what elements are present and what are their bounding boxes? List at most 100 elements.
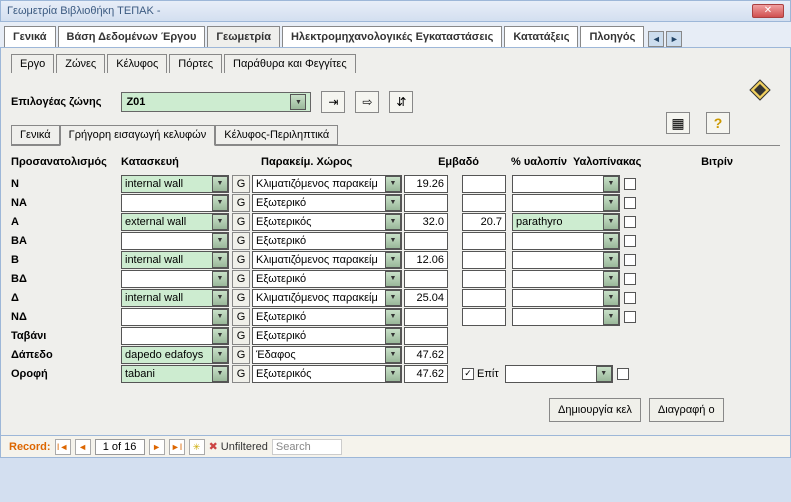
subtab-windows[interactable]: Παράθυρα και Φεγγίτες <box>224 54 356 73</box>
area-field[interactable]: 19.26 <box>404 175 448 193</box>
adjacent-select[interactable]: Εξωτερικό▼ <box>252 232 402 250</box>
zone-action-2[interactable]: ⇨ <box>355 91 379 113</box>
vitrine-checkbox[interactable] <box>624 235 636 247</box>
construction-select[interactable]: tabani▼ <box>121 365 229 383</box>
vitrine-checkbox[interactable] <box>624 254 636 266</box>
tab-mep[interactable]: Ηλεκτρομηχανολογικές Εγκαταστάσεις <box>282 26 502 47</box>
tab-scroll-left[interactable]: ◄ <box>648 31 664 47</box>
area-field[interactable]: 12.06 <box>404 251 448 269</box>
construction-select[interactable]: ▼ <box>121 327 229 345</box>
glass-pct-field[interactable] <box>462 308 506 326</box>
adjacent-select[interactable]: Εξωτερικό▼ <box>252 327 402 345</box>
construction-select[interactable]: ▼ <box>121 270 229 288</box>
innertab-general[interactable]: Γενικά <box>11 125 60 145</box>
glass-table-select[interactable]: ▼ <box>512 308 620 326</box>
tab-navigator[interactable]: Πλοηγός <box>580 26 644 47</box>
construction-select[interactable]: internal wall▼ <box>121 175 229 193</box>
glass-table-select[interactable]: ▼ <box>512 270 620 288</box>
calculator-button[interactable]: ▦ <box>666 112 690 134</box>
g-button[interactable]: G <box>232 175 250 193</box>
glass-table-select[interactable]: ▼ <box>512 175 620 193</box>
record-new[interactable]: ✳ <box>189 439 205 455</box>
innertab-quick-shell[interactable]: Γρήγορη εισαγωγή κελυφών <box>60 125 216 146</box>
zone-action-3[interactable]: ⇵ <box>389 91 413 113</box>
area-field[interactable]: 32.0 <box>404 213 448 231</box>
record-last[interactable]: ►I <box>169 439 185 455</box>
area-field[interactable] <box>404 270 448 288</box>
zone-action-1[interactable]: ⇥ <box>321 91 345 113</box>
close-button[interactable]: ✕ <box>752 4 784 18</box>
area-field[interactable] <box>404 232 448 250</box>
glass-pct-field[interactable]: 20.7 <box>462 213 506 231</box>
adjacent-select[interactable]: Κλιματιζόμενος παρακείμ▼ <box>252 251 402 269</box>
glass-pct-field[interactable] <box>462 194 506 212</box>
glass-table-select[interactable]: parathyro▼ <box>512 213 620 231</box>
adjacent-select[interactable]: Εξωτερικό▼ <box>252 308 402 326</box>
glass-pct-field[interactable] <box>462 289 506 307</box>
search-input[interactable]: Search <box>272 439 342 455</box>
g-button[interactable]: G <box>232 365 250 383</box>
glass-pct-field[interactable] <box>462 232 506 250</box>
vitrine-checkbox[interactable] <box>624 216 636 228</box>
epit-checkbox[interactable]: ✓ <box>462 368 474 380</box>
vitrine-checkbox[interactable] <box>624 292 636 304</box>
record-first[interactable]: I◄ <box>55 439 71 455</box>
adjacent-select[interactable]: Κλιματιζόμενος παρακείμ▼ <box>252 175 402 193</box>
tab-ratings[interactable]: Κατατάξεις <box>504 26 578 47</box>
tab-project-db[interactable]: Βάση Δεδομένων Έργου <box>58 26 206 47</box>
glass-table-select[interactable]: ▼ <box>512 251 620 269</box>
zone-selector[interactable]: Z01 ▼ <box>121 92 311 112</box>
g-button[interactable]: G <box>232 194 250 212</box>
adjacent-select[interactable]: Εξωτερικός▼ <box>252 213 402 231</box>
vitrine-checkbox[interactable] <box>624 311 636 323</box>
construction-select[interactable]: external wall▼ <box>121 213 229 231</box>
g-button[interactable]: G <box>232 346 250 364</box>
adjacent-select[interactable]: Εξωτερικό▼ <box>252 270 402 288</box>
vitrine-checkbox[interactable] <box>624 273 636 285</box>
record-next[interactable]: ► <box>149 439 165 455</box>
roof-checkbox[interactable] <box>617 368 629 380</box>
glass-table-select[interactable]: ▼ <box>512 194 620 212</box>
g-button[interactable]: G <box>232 232 250 250</box>
adjacent-select[interactable]: Εξωτερικό▼ <box>252 194 402 212</box>
subtab-shell[interactable]: Κέλυφος <box>107 54 167 73</box>
tab-geometry[interactable]: Γεωμετρία <box>207 26 280 47</box>
filter-status[interactable]: Unfiltered <box>221 441 268 453</box>
create-shell-button[interactable]: Δημιουργία κελ <box>549 398 641 422</box>
g-button[interactable]: G <box>232 308 250 326</box>
glass-pct-field[interactable] <box>462 175 506 193</box>
construction-select[interactable]: dapedo edafoys▼ <box>121 346 229 364</box>
subtab-project[interactable]: Εργο <box>11 54 54 73</box>
adjacent-select[interactable]: Έδαφος▼ <box>252 346 402 364</box>
innertab-shell-summary[interactable]: Κέλυφος-Περιληπτικά <box>215 125 338 145</box>
glass-table-select[interactable]: ▼ <box>512 289 620 307</box>
area-field[interactable] <box>404 194 448 212</box>
area-field[interactable]: 25.04 <box>404 289 448 307</box>
delete-shell-button[interactable]: Διαγραφή ο <box>649 398 724 422</box>
g-button[interactable]: G <box>232 327 250 345</box>
tab-general[interactable]: Γενικά <box>4 26 56 47</box>
construction-select[interactable]: internal wall▼ <box>121 289 229 307</box>
subtab-zones[interactable]: Ζώνες <box>56 54 105 73</box>
vitrine-checkbox[interactable] <box>624 178 636 190</box>
area-field[interactable]: 47.62 <box>404 346 448 364</box>
adjacent-select[interactable]: Εξωτερικός▼ <box>252 365 402 383</box>
construction-select[interactable]: ▼ <box>121 232 229 250</box>
construction-select[interactable]: ▼ <box>121 194 229 212</box>
glass-table-select[interactable]: ▼ <box>512 232 620 250</box>
construction-select[interactable]: internal wall▼ <box>121 251 229 269</box>
g-button[interactable]: G <box>232 213 250 231</box>
subtab-doors[interactable]: Πόρτες <box>169 54 222 73</box>
area-field[interactable] <box>404 308 448 326</box>
construction-select[interactable]: ▼ <box>121 308 229 326</box>
vitrine-checkbox[interactable] <box>624 197 636 209</box>
glass-pct-field[interactable] <box>462 251 506 269</box>
area-field[interactable]: 47.62 <box>404 365 448 383</box>
record-prev[interactable]: ◄ <box>75 439 91 455</box>
g-button[interactable]: G <box>232 251 250 269</box>
glass-pct-field[interactable] <box>462 270 506 288</box>
g-button[interactable]: G <box>232 289 250 307</box>
adjacent-select[interactable]: Κλιματιζόμενος παρακείμ▼ <box>252 289 402 307</box>
help-button[interactable]: ? <box>706 112 730 134</box>
record-position[interactable]: 1 of 16 <box>95 439 145 455</box>
